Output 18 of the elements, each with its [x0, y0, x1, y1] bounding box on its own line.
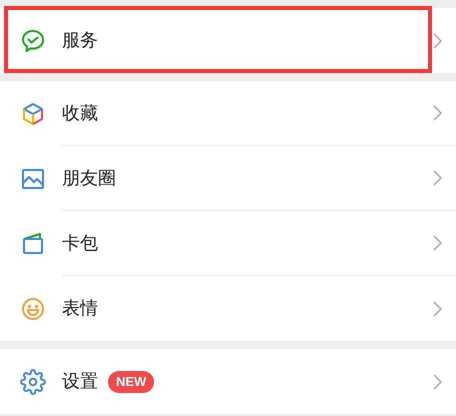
chevron-right-icon — [432, 300, 442, 316]
new-badge: NEW — [108, 370, 154, 392]
wallet-icon — [20, 230, 46, 256]
chevron-right-icon — [432, 235, 442, 251]
chat-check-icon — [20, 28, 46, 54]
menu-label: 设置 — [62, 370, 98, 394]
menu-label: 朋友圈 — [62, 166, 116, 190]
menu-label: 表情 — [62, 297, 98, 321]
chevron-right-icon — [432, 105, 442, 121]
settings-icon — [20, 368, 46, 394]
cube-icon — [20, 100, 46, 126]
chevron-right-icon — [432, 32, 442, 48]
chevron-right-icon — [432, 374, 442, 390]
menu-label: 卡包 — [62, 232, 98, 256]
menu-label: 服务 — [62, 29, 98, 53]
smiley-icon — [20, 296, 46, 322]
chevron-right-icon — [432, 170, 442, 186]
menu-label: 收藏 — [62, 102, 98, 126]
